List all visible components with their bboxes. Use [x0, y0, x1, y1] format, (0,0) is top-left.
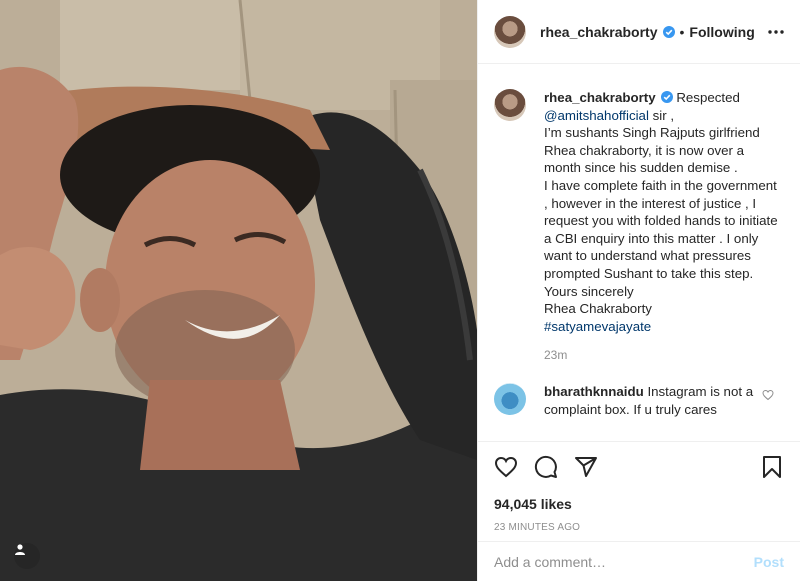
like-comment-icon[interactable]	[762, 389, 774, 401]
caption-after-mention: sir ,	[652, 107, 675, 123]
post-image	[0, 0, 477, 581]
follow-separator: •	[679, 23, 685, 40]
verified-badge-icon	[660, 91, 673, 103]
mention-link[interactable]: @amitshahofficial	[544, 108, 649, 123]
comment-item: bharathknnaidu Instagram is not a compla…	[494, 382, 784, 418]
caption-author-avatar[interactable]	[494, 89, 526, 121]
action-icons	[494, 454, 784, 480]
post-header: rhea_chakraborty • Following	[478, 0, 800, 64]
caption-line: Yours sincerely	[544, 283, 634, 299]
hashtag-link[interactable]: #satyamevajayate	[544, 318, 784, 336]
caption-line: Rhea Chakraborty	[544, 301, 652, 317]
author-avatar[interactable]	[494, 15, 526, 48]
comment-input[interactable]	[494, 553, 754, 570]
share-icon[interactable]	[574, 455, 598, 479]
post-button[interactable]: Post	[754, 554, 784, 570]
post-photo[interactable]	[0, 0, 477, 581]
caption-first-word: Respected	[676, 90, 740, 105]
caption-line: I have complete faith in the government …	[544, 177, 778, 281]
comments-section[interactable]: rhea_chakraborty Respected @amitshahoffi…	[478, 65, 800, 441]
post-timestamp[interactable]: 23 MINUTES AGO	[494, 522, 784, 533]
more-horizontal-icon[interactable]	[766, 22, 786, 42]
caption-line: I’m sushants Singh Rajputs girlfriend Rh…	[544, 125, 760, 176]
bookmark-icon[interactable]	[760, 455, 784, 479]
tagged-user-icon[interactable]	[14, 543, 40, 569]
following-button[interactable]: Following	[689, 24, 754, 40]
heart-icon[interactable]	[494, 455, 518, 479]
caption-timestamp[interactable]: 23m	[544, 347, 784, 365]
post-sidebar: rhea_chakraborty • Following rhea_chakra…	[477, 0, 800, 581]
author-username[interactable]: rhea_chakraborty	[540, 24, 658, 40]
caption-author-username[interactable]: rhea_chakraborty	[544, 90, 656, 105]
commenter-avatar[interactable]	[494, 382, 526, 415]
likes-count[interactable]: 94,045 likes	[494, 496, 784, 512]
comment-text: bharathknnaidu Instagram is not a compla…	[544, 383, 754, 418]
verified-badge-icon	[662, 25, 675, 38]
commenter-username[interactable]: bharathknnaidu	[544, 384, 644, 399]
comment-icon[interactable]	[534, 455, 558, 479]
add-comment-bar: Post	[478, 541, 800, 581]
caption-text: rhea_chakraborty Respected @amitshahoffi…	[544, 89, 784, 365]
post-actions: 94,045 likes 23 MINUTES AGO	[478, 441, 800, 533]
caption: rhea_chakraborty Respected @amitshahoffi…	[494, 89, 784, 365]
